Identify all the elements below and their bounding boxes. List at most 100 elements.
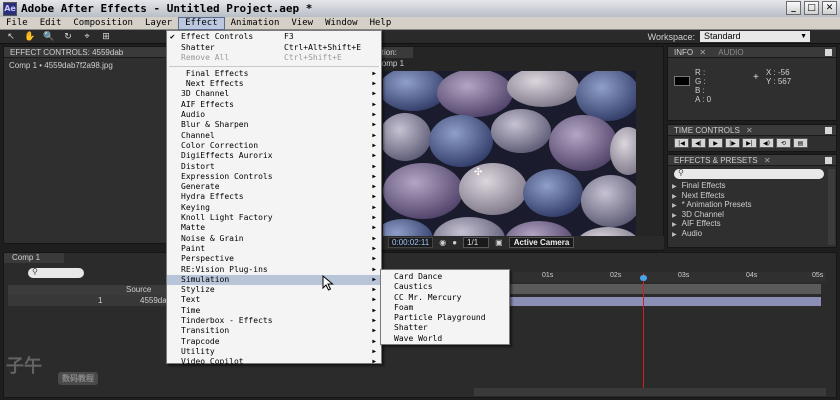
selection-tool-icon[interactable]: ↖ bbox=[3, 31, 19, 43]
last-frame-icon[interactable]: ▶| bbox=[742, 138, 757, 148]
expand-triangle-icon[interactable]: ▶ bbox=[672, 232, 677, 238]
active-camera-dropdown[interactable]: Active Camera bbox=[508, 237, 575, 248]
list-item[interactable]: ▶ Final Effects bbox=[672, 181, 836, 191]
list-item[interactable]: ▶ 3D Channel bbox=[672, 210, 836, 220]
maximize-button[interactable]: □ bbox=[804, 1, 819, 15]
audio-tab[interactable]: AUDIO bbox=[718, 48, 743, 57]
panel-menu-icon[interactable] bbox=[825, 127, 832, 134]
menu-item-tinderbox-effects[interactable]: Tinderbox - Effects ▶ bbox=[167, 316, 381, 326]
menu-item-remove-all[interactable]: Remove All Ctrl+Shift+E bbox=[167, 53, 381, 63]
list-item[interactable]: ▶ AIF Effects bbox=[672, 219, 836, 229]
effects-search-input[interactable]: ⚲ bbox=[674, 168, 824, 179]
close-icon[interactable]: ✕ bbox=[764, 156, 771, 165]
time-controls-tab[interactable]: TIME CONTROLS bbox=[674, 126, 740, 135]
menu-effect[interactable]: Effect bbox=[178, 16, 225, 30]
menu-item-text[interactable]: Text ▶ bbox=[167, 295, 381, 305]
menu-item-aif-effects[interactable]: AIF Effects ▶ bbox=[167, 100, 381, 110]
submenu-item-card-dance[interactable]: Card Dance bbox=[381, 272, 509, 282]
list-item[interactable]: ▶ Audio bbox=[672, 229, 836, 239]
time-ruler[interactable]: 0s01s02s03s04s05s bbox=[474, 272, 826, 282]
menu-item-perspective[interactable]: Perspective ▶ bbox=[167, 254, 381, 264]
playhead-line[interactable] bbox=[643, 273, 644, 395]
menu-item-color-correction[interactable]: Color Correction ▶ bbox=[167, 141, 381, 151]
menu-item-time[interactable]: Time ▶ bbox=[167, 306, 381, 316]
timeline-zoom-bar[interactable] bbox=[474, 388, 826, 396]
hand-tool-icon[interactable]: ✋ bbox=[22, 31, 38, 43]
ram-preview-icon[interactable]: ▤ bbox=[793, 138, 808, 148]
menu-item-keying[interactable]: Keying ▶ bbox=[167, 203, 381, 213]
submenu-item-particle-playground[interactable]: Particle Playground bbox=[381, 313, 509, 323]
submenu-item-wave-world[interactable]: Wave World bbox=[381, 334, 509, 344]
menu-item-next-effects[interactable]: Next Effects ▶ bbox=[167, 79, 381, 89]
panel-menu-icon[interactable] bbox=[825, 157, 832, 164]
menu-item-3d-channel[interactable]: 3D Channel ▶ bbox=[167, 89, 381, 99]
list-item[interactable]: ▶ Next Effects bbox=[672, 191, 836, 201]
menu-item-matte[interactable]: Matte ▶ bbox=[167, 223, 381, 233]
close-icon[interactable]: ✕ bbox=[699, 48, 706, 57]
audio-icon[interactable]: ◀) bbox=[759, 138, 774, 148]
workspace-dropdown[interactable]: Standard ▼ bbox=[700, 31, 810, 42]
pan-behind-tool-icon[interactable]: ⊞ bbox=[98, 31, 114, 43]
list-item[interactable]: ▶ * Animation Presets bbox=[672, 200, 836, 210]
effects-presets-tab[interactable]: EFFECTS & PRESETS bbox=[674, 156, 758, 165]
menu-item-hydra-effects[interactable]: Hydra Effects ▶ bbox=[167, 192, 381, 202]
camera-tool-icon[interactable]: ⌖ bbox=[79, 31, 95, 43]
menu-item-stylize[interactable]: Stylize ▶ bbox=[167, 285, 381, 295]
submenu-item-cc-mr-mercury[interactable]: CC Mr. Mercury bbox=[381, 293, 509, 303]
timeline-tab[interactable]: Comp 1 bbox=[4, 253, 64, 263]
menu-item-effect-controls[interactable]: ✔ Effect Controls F3 bbox=[167, 32, 381, 42]
menu-item-digieffects-aurorix[interactable]: DigiEffects Aurorix ▶ bbox=[167, 151, 381, 161]
viewer-timecode[interactable]: 0:00:02:11 bbox=[388, 237, 434, 248]
play-icon[interactable]: ▶ bbox=[708, 138, 723, 148]
timeline-search-input[interactable]: ⚲ bbox=[28, 267, 84, 278]
loop-icon[interactable]: ⟲ bbox=[776, 138, 791, 148]
menu-item-knoll-light-factory[interactable]: Knoll Light Factory ▶ bbox=[167, 213, 381, 223]
menu-item-noise-grain[interactable]: Noise & Grain ▶ bbox=[167, 234, 381, 244]
menu-animation[interactable]: Animation bbox=[225, 17, 286, 30]
submenu-item-foam[interactable]: Foam bbox=[381, 303, 509, 313]
menu-file[interactable]: File bbox=[0, 17, 34, 30]
menu-edit[interactable]: Edit bbox=[34, 17, 68, 30]
menu-item-blur-sharpen[interactable]: Blur & Sharpen ▶ bbox=[167, 120, 381, 130]
work-area-bar[interactable] bbox=[509, 284, 821, 294]
menu-item-expression-controls[interactable]: Expression Controls ▶ bbox=[167, 172, 381, 182]
composition-viewer[interactable]: ✣ bbox=[383, 71, 636, 249]
camera-icon[interactable]: ◉ bbox=[439, 238, 446, 247]
expand-triangle-icon[interactable]: ▶ bbox=[672, 194, 677, 200]
menu-layer[interactable]: Layer bbox=[139, 17, 178, 30]
minimize-button[interactable]: _ bbox=[786, 1, 801, 15]
effect-controls-tab[interactable]: EFFECT CONTROLS: 4559dab bbox=[4, 47, 167, 58]
menu-item-utility[interactable]: Utility ▶ bbox=[167, 347, 381, 357]
resolution-dropdown[interactable]: 1/1 bbox=[463, 237, 490, 248]
menu-item-channel[interactable]: Channel ▶ bbox=[167, 131, 381, 141]
region-icon[interactable]: ▣ bbox=[495, 238, 503, 247]
menu-item-re-vision-plug-ins[interactable]: RE:Vision Plug-ins ▶ bbox=[167, 265, 381, 275]
menu-item-audio[interactable]: Audio ▶ bbox=[167, 110, 381, 120]
menu-view[interactable]: View bbox=[285, 17, 319, 30]
menu-help[interactable]: Help bbox=[364, 17, 398, 30]
rotate-tool-icon[interactable]: ↻ bbox=[60, 31, 76, 43]
submenu-item-caustics[interactable]: Caustics bbox=[381, 282, 509, 292]
expand-triangle-icon[interactable]: ▶ bbox=[672, 213, 677, 219]
menu-item-generate[interactable]: Generate ▶ bbox=[167, 182, 381, 192]
menu-item-shatter[interactable]: Shatter Ctrl+Alt+Shift+E bbox=[167, 43, 381, 53]
playhead-handle[interactable] bbox=[640, 275, 647, 281]
close-button[interactable]: ✕ bbox=[822, 1, 837, 15]
menu-item-video-copilot[interactable]: Video Copilot ▶ bbox=[167, 357, 381, 367]
expand-triangle-icon[interactable]: ▶ bbox=[672, 184, 677, 190]
menu-item-transition[interactable]: Transition ▶ bbox=[167, 326, 381, 336]
menu-window[interactable]: Window bbox=[319, 17, 364, 30]
menu-composition[interactable]: Composition bbox=[67, 17, 139, 30]
table-row[interactable]: 1 4559da bbox=[8, 295, 168, 306]
panel-menu-icon[interactable] bbox=[825, 49, 832, 56]
color-channels-icon[interactable]: ● bbox=[452, 238, 457, 247]
close-icon[interactable]: ✕ bbox=[746, 126, 753, 135]
menu-item-simulation[interactable]: Simulation ▶ bbox=[167, 274, 381, 286]
info-tab[interactable]: INFO bbox=[674, 48, 693, 57]
next-frame-icon[interactable]: |▶ bbox=[725, 138, 740, 148]
menu-item-final-effects[interactable]: Final Effects ▶ bbox=[167, 69, 381, 79]
effects-scrollbar[interactable] bbox=[828, 169, 835, 245]
menu-item-trapcode[interactable]: Trapcode ▶ bbox=[167, 337, 381, 347]
layer-duration-bar[interactable] bbox=[509, 297, 821, 306]
menu-item-paint[interactable]: Paint ▶ bbox=[167, 244, 381, 254]
